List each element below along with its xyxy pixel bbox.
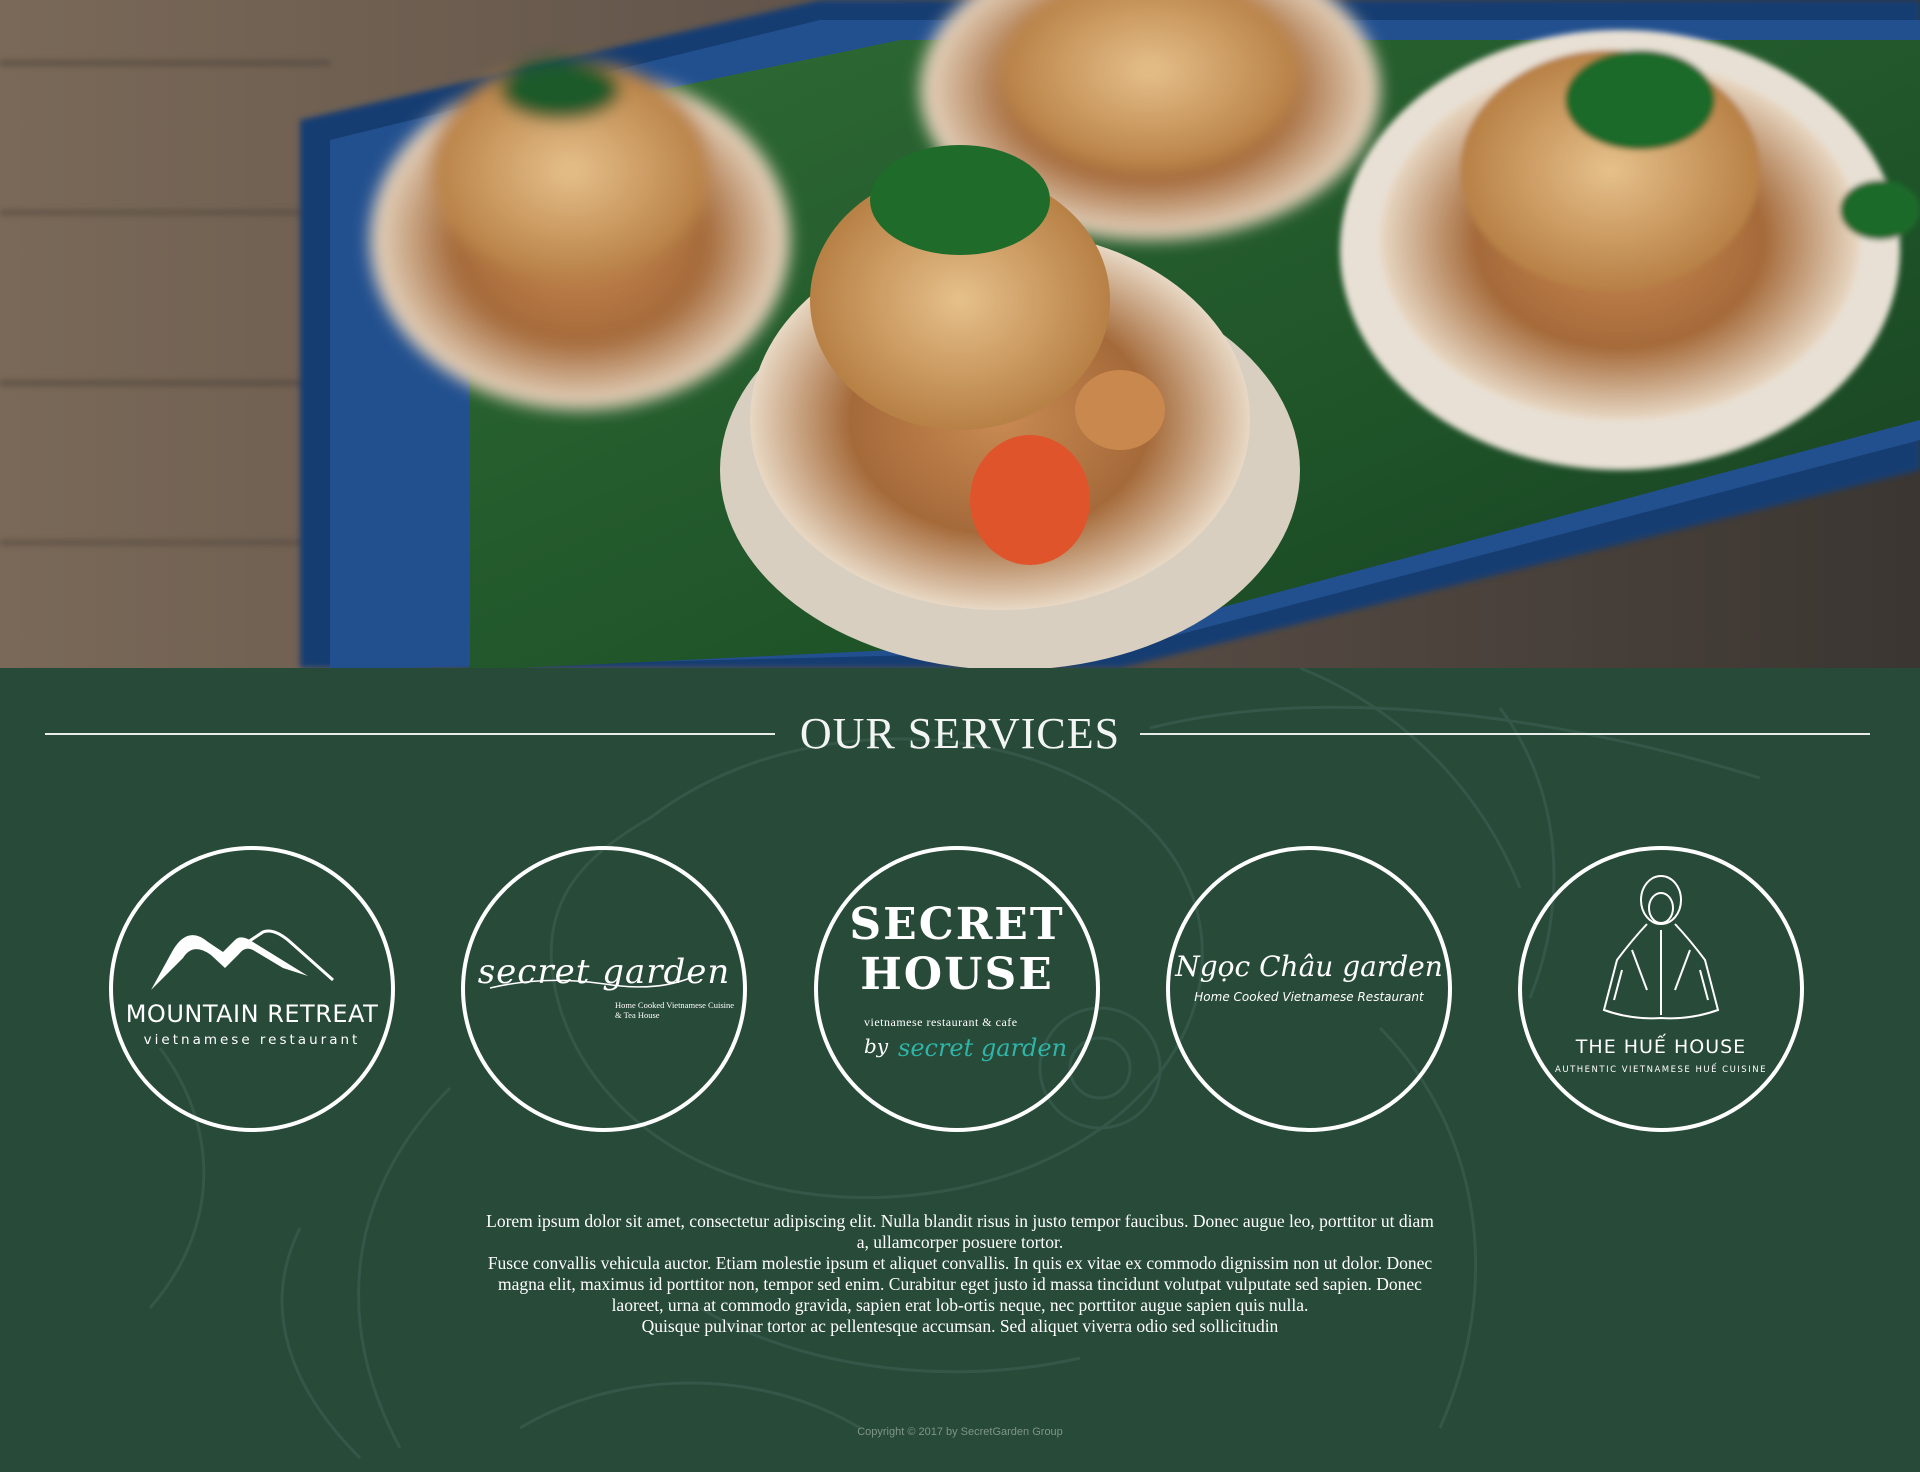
brand-badge-secret-house[interactable]: SECRET HOUSE vietnamese restaurant & caf… bbox=[814, 846, 1100, 1132]
brand-badge-mountain-retreat[interactable]: MOUNTAIN RETREAT vietnamese restaurant bbox=[109, 846, 395, 1132]
brand-name-line2: HOUSE bbox=[860, 949, 1054, 1000]
brand-tagline-line1: Home Cooked Vietnamese Cuisine bbox=[615, 1000, 735, 1010]
brand-name: MOUNTAIN RETREAT bbox=[125, 1000, 379, 1028]
paragraph-3: Quisque pulvinar tortor ac pellentesque … bbox=[641, 1316, 1279, 1336]
brand-tagline: Home Cooked Vietnamese Cuisine & Tea Hou… bbox=[615, 1000, 745, 1020]
by-brand-name: secret garden bbox=[898, 1034, 1068, 1062]
brand-name: THE HUẾ HOUSE bbox=[1575, 1036, 1747, 1058]
services-section: OUR SERVICES MOUNTAIN RETREAT vietnamese… bbox=[0, 668, 1920, 1472]
lady-figure-icon bbox=[1602, 875, 1720, 1020]
brand-name: Ngọc Châu garden bbox=[1175, 950, 1443, 983]
paragraph-2: Fusce convallis vehicula auctor. Etiam m… bbox=[487, 1253, 1433, 1315]
brand-badge-the-hue-house[interactable]: THE HUẾ HOUSE AUTHENTIC VIETNAMESE HUẾ C… bbox=[1518, 846, 1804, 1132]
hero-illustration bbox=[0, 0, 1920, 668]
brand-name-line1: SECRET bbox=[849, 899, 1065, 950]
paragraph-1: Lorem ipsum dolor sit amet, consectetur … bbox=[486, 1211, 1434, 1252]
mountain-icon bbox=[151, 929, 334, 990]
by-label: by bbox=[864, 1034, 889, 1058]
section-title: OUR SERVICES bbox=[799, 709, 1121, 758]
brand-badge-secret-garden[interactable]: secret garden Home Cooked Vietnamese Cui… bbox=[461, 846, 747, 1132]
hero-food-image bbox=[0, 0, 1920, 668]
brand-badge-ngoc-chau-garden[interactable]: Ngọc Châu garden Home Cooked Vietnamese … bbox=[1166, 846, 1452, 1132]
services-description: Lorem ipsum dolor sit amet, consectetur … bbox=[480, 1211, 1440, 1337]
brand-name: SECRET HOUSE bbox=[818, 900, 1096, 1000]
brand-tagline: vietnamese restaurant & cafe bbox=[864, 1015, 1018, 1029]
copyright-notice: Copyright © 2017 by SecretGarden Group bbox=[857, 1426, 1063, 1438]
brand-tagline: AUTHENTIC VIETNAMESE HUẾ CUISINE bbox=[1555, 1065, 1767, 1075]
brand-tagline: Home Cooked Vietnamese Restaurant bbox=[1194, 990, 1424, 1004]
brand-tagline-line2: & Tea House bbox=[615, 1010, 660, 1020]
brand-tagline: vietnamese restaurant bbox=[143, 1032, 361, 1048]
swash-icon bbox=[489, 977, 691, 989]
